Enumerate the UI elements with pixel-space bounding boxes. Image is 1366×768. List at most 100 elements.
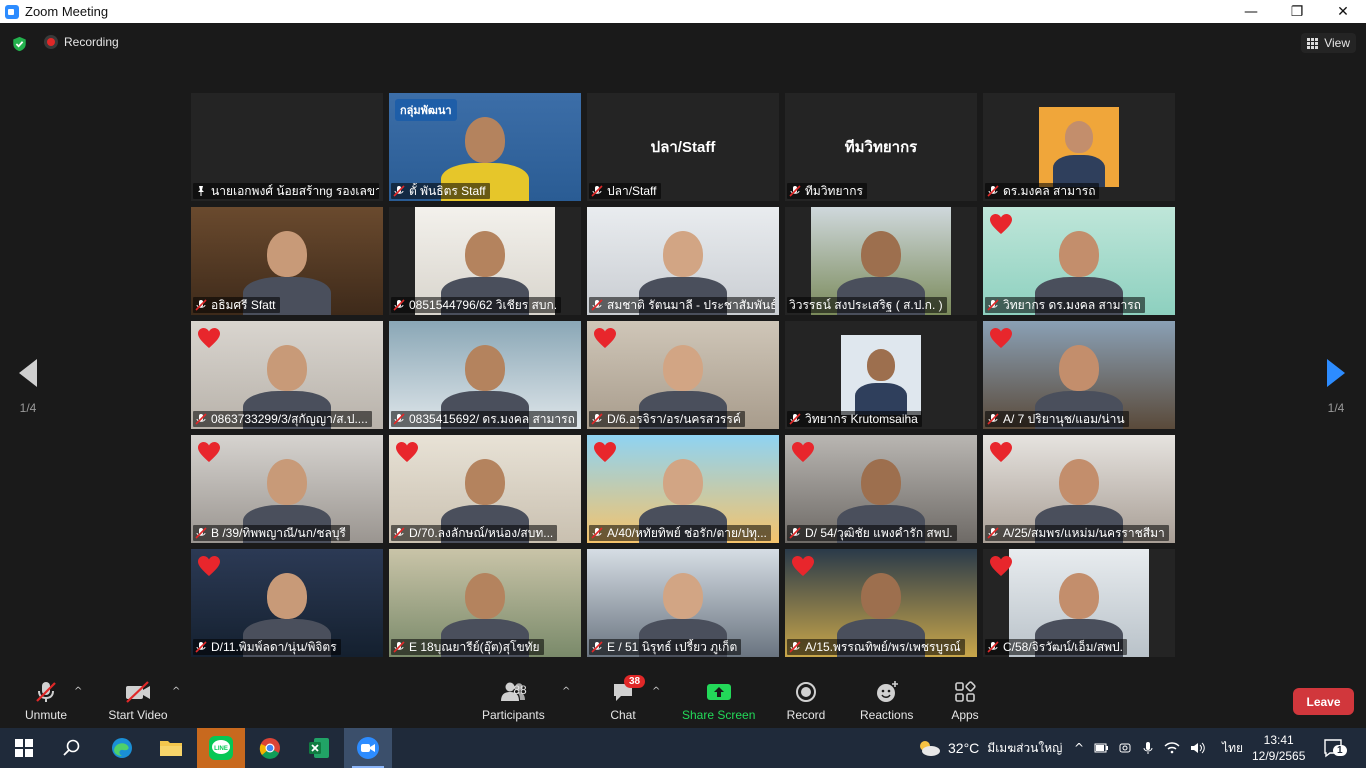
chrome-taskbar-button[interactable]: [246, 728, 294, 768]
microphone-muted-icon: [393, 299, 405, 311]
participant-tile[interactable]: A/15.พรรณทิพย์/พร/เพชรบูรณ์: [785, 549, 977, 657]
participant-tile[interactable]: นายเอกพงศ์ น้อยสร้าng รองเลขา...: [191, 93, 383, 201]
share-screen-button[interactable]: Share Screen: [682, 679, 755, 722]
view-button[interactable]: View: [1301, 33, 1356, 53]
participant-tile[interactable]: A/40/หทัยทิพย์ ช่อรัก/ตาย/ปทุ...: [587, 435, 779, 543]
participant-name-label: สมชาติ รัตนมาลี - ประชาสัมพันธ์...: [589, 297, 775, 313]
participant-tile[interactable]: A/25/สมพร/แหม่ม/นครราชสีมา: [983, 435, 1175, 543]
participant-tile[interactable]: C/58/จิรวัฒน์/เอ็ม/สพป.: [983, 549, 1175, 657]
page-indicator-right: 1/4: [1327, 401, 1345, 415]
microphone-muted-icon: [987, 641, 999, 653]
video-camera-off-icon: [126, 681, 150, 703]
participant-name: วิทยากร ดร.มงคล สามารถ: [1003, 297, 1141, 312]
participant-tile[interactable]: วิทยากร ดร.มงคล สามารถ: [983, 207, 1175, 315]
microphone-muted-icon: [36, 682, 56, 702]
participant-tile[interactable]: D/6.อรจิรา/อร/นครสวรรค์: [587, 321, 779, 429]
maximize-button[interactable]: ❐: [1274, 0, 1320, 23]
excel-taskbar-button[interactable]: [295, 728, 343, 768]
start-video-label: Start Video: [108, 708, 168, 722]
video-options-caret-icon[interactable]: ^: [172, 686, 180, 697]
participant-tile[interactable]: B /39/ทิพพญาณี/นก/ชลบุรี: [191, 435, 383, 543]
video-gallery: 1/4 1/4 นายเอกพงศ์ น้อยสร้าng รองเลขา...…: [0, 63, 1366, 673]
line-taskbar-button[interactable]: LINE: [197, 728, 245, 768]
recording-indicator[interactable]: Recording: [44, 35, 119, 49]
prev-page-button[interactable]: 1/4: [8, 359, 48, 439]
participant-tile[interactable]: 0851544796/62 วิเชียร สบก.: [389, 207, 581, 315]
microphone-muted-icon: [789, 527, 801, 539]
heart-reaction-icon: [990, 556, 1012, 576]
participant-name-label: A/15.พรรณทิพย์/พร/เพชรบูรณ์: [787, 639, 965, 655]
next-page-button[interactable]: 1/4: [1316, 359, 1356, 439]
participant-name-label: วิทยากร ดร.มงคล สามารถ: [985, 297, 1145, 313]
microphone-muted-icon: [987, 413, 999, 425]
participants-button[interactable]: 88 Participants: [482, 679, 545, 722]
start-button[interactable]: [0, 728, 48, 768]
participant-name-label: D/70.ลงลักษณ์/หน่อง/สบท...: [391, 525, 558, 541]
participant-tile[interactable]: 0863733299/3/สุกัญญา/ส.ป....: [191, 321, 383, 429]
search-button[interactable]: [48, 728, 96, 768]
participant-tile[interactable]: ปลา/Staff ปลา/Staff: [587, 93, 779, 201]
participant-name-label: E / 51 นิรุทธ์ เปรี้ยว ภูเก็ต: [589, 639, 742, 655]
microphone-icon[interactable]: [1142, 741, 1154, 755]
microphone-muted-icon: [987, 527, 999, 539]
tray-expand-chevron-icon[interactable]: ^: [1074, 741, 1084, 755]
battery-icon[interactable]: [1094, 742, 1109, 754]
heart-reaction-icon: [198, 556, 220, 576]
shield-icon[interactable]: [12, 36, 27, 52]
participant-tile[interactable]: D/70.ลงลักษณ์/หน่อง/สบท...: [389, 435, 581, 543]
volume-icon[interactable]: [1190, 741, 1206, 755]
record-icon: [796, 682, 816, 702]
file-explorer-taskbar-button[interactable]: [147, 728, 195, 768]
chevron-right-icon: [1327, 359, 1345, 387]
microphone-muted-icon: [393, 641, 405, 653]
participant-name-label: 0851544796/62 วิเชียร สบก.: [391, 297, 562, 313]
participant-tile[interactable]: กลุ่มพัฒนา ตั้ พันธิตร Staff: [389, 93, 581, 201]
unmute-button[interactable]: Unmute: [24, 679, 68, 722]
chat-button[interactable]: 38 Chat: [608, 675, 646, 722]
participant-name-label: A/ 7 ปริยานุช/แอม/น่าน: [985, 411, 1129, 427]
participant-name: C/58/จิรวัฒน์/เอ็ม/สพป.: [1003, 639, 1124, 654]
participants-options-caret-icon[interactable]: ^: [562, 686, 570, 697]
participant-name-label: ทีมวิทยากร: [787, 183, 867, 199]
wifi-icon[interactable]: [1164, 741, 1180, 755]
reactions-button[interactable]: Reactions: [860, 679, 913, 722]
input-language-indicator[interactable]: ไทย: [1222, 739, 1243, 758]
participant-tile[interactable]: E / 51 นิรุทธ์ เปรี้ยว ภูเก็ต: [587, 549, 779, 657]
close-button[interactable]: ✕: [1320, 0, 1366, 23]
participant-tile[interactable]: วิทยากร Krutomsaiha: [785, 321, 977, 429]
line-app-icon: LINE: [209, 736, 233, 760]
audio-options-caret-icon[interactable]: ^: [74, 686, 82, 697]
participant-name-label: อธิมศรี Sfatt: [193, 297, 280, 313]
participant-name: 0863733299/3/สุกัญญา/ส.ป....: [211, 411, 368, 426]
search-icon: [63, 739, 80, 756]
weather-widget[interactable]: 32°C มีเมฆส่วนใหญ่: [916, 728, 1062, 768]
chat-options-caret-icon[interactable]: ^: [652, 686, 660, 697]
apps-button[interactable]: Apps: [950, 679, 980, 722]
participant-tile[interactable]: 0835415692/ ดร.มงคล สามารถ: [389, 321, 581, 429]
camera-icon[interactable]: [1118, 741, 1132, 755]
participant-tile[interactable]: D/11.พิมพ์ลดา/นุ่น/พิจิตร: [191, 549, 383, 657]
profile-photo: [841, 335, 921, 415]
chrome-browser-icon: [259, 738, 280, 759]
notification-center-button[interactable]: 1: [1322, 728, 1347, 768]
participant-tile[interactable]: ทีมวิทยากร ทีมวิทยากร: [785, 93, 977, 201]
participant-tile[interactable]: สมชาติ รัตนมาลี - ประชาสัมพันธ์...: [587, 207, 779, 315]
participant-tile[interactable]: วิวรรธน์ สงประเสริฐ ( ส.ป.ก. ): [785, 207, 977, 315]
zoom-taskbar-button[interactable]: [344, 728, 392, 768]
edge-taskbar-button[interactable]: [98, 728, 146, 768]
participant-tile[interactable]: อธิมศรี Sfatt: [191, 207, 383, 315]
clock[interactable]: 13:41 12/9/2565: [1252, 728, 1305, 768]
participant-tile[interactable]: A/ 7 ปริยานุช/แอม/น่าน: [983, 321, 1175, 429]
leave-button[interactable]: Leave: [1293, 688, 1354, 715]
participant-name-label: นายเอกพงศ์ น้อยสร้าng รองเลขา...: [193, 183, 379, 199]
microphone-muted-icon: [195, 299, 207, 311]
heart-reaction-icon: [792, 556, 814, 576]
record-button[interactable]: Record: [786, 679, 826, 722]
participant-tile[interactable]: D/ 54/วุฒิชัย แพงคำรัก สพป.: [785, 435, 977, 543]
minimize-button[interactable]: —: [1228, 0, 1274, 23]
start-video-button[interactable]: Start Video: [108, 679, 168, 722]
apps-icon: [955, 681, 976, 702]
participant-tile[interactable]: ดร.มงคล สามารถ: [983, 93, 1175, 201]
windows-taskbar: LINE 32°C มีเมฆส่วนใหญ่ ^ ไทย 13:41 12/9…: [0, 728, 1366, 768]
participant-tile[interactable]: E 18บุณยารีย์(อุ๊ต)สุโขทัย: [389, 549, 581, 657]
